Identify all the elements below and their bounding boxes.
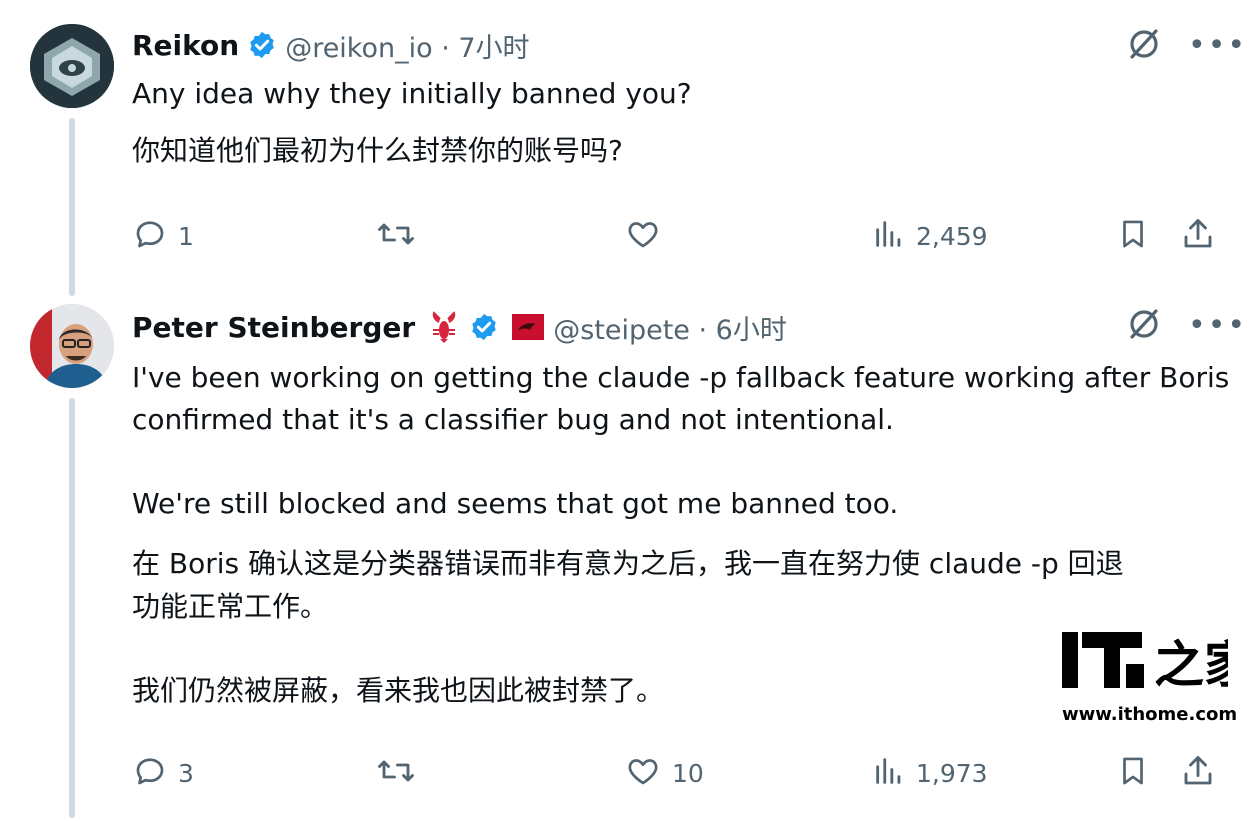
tweet-text-line: 我们仍然被屏蔽，看来我也因此被封禁了。	[132, 674, 665, 707]
verified-badge-icon	[247, 30, 277, 60]
reikon-logo-icon	[30, 24, 114, 108]
like-button[interactable]: 10	[624, 748, 704, 798]
watermark-url: www.ithome.com	[1062, 704, 1238, 725]
avatar-steipete[interactable]	[30, 304, 114, 388]
like-button[interactable]	[624, 211, 672, 261]
bookmark-button[interactable]	[1116, 211, 1150, 261]
like-icon	[624, 216, 662, 256]
views-count: 1,973	[916, 758, 988, 788]
bookmark-icon	[1116, 752, 1150, 794]
handle-time[interactable]: @steipete · 6小时	[553, 308, 787, 347]
verified-badge-icon	[469, 312, 499, 342]
ithome-logo-icon: 之家	[1062, 632, 1250, 694]
svg-text:之家: 之家	[1154, 635, 1228, 694]
tweet-actions: 3 10 1,973	[132, 748, 1222, 798]
tweet-text-line: 功能正常工作。	[132, 590, 329, 623]
tweet-text-line: Any idea why they initially banned you?	[132, 77, 692, 110]
share-icon	[1180, 752, 1216, 794]
reply-count: 1	[178, 221, 194, 251]
tweet-top-actions: •••	[1126, 306, 1247, 346]
tweet-actions: 1 2,459	[132, 211, 1222, 261]
bookmark-icon	[1116, 215, 1150, 257]
grok-icon[interactable]	[1126, 306, 1162, 346]
thread-line	[69, 398, 75, 818]
tweet-header: Reikon @reikon_io · 7小时	[132, 20, 530, 70]
person-photo-icon	[30, 304, 114, 388]
retweet-icon	[376, 753, 416, 793]
more-icon[interactable]: •••	[1188, 31, 1247, 61]
retweet-button[interactable]	[376, 748, 426, 798]
views-button[interactable]: 1,973	[872, 748, 988, 798]
more-icon[interactable]: •••	[1188, 311, 1247, 341]
views-icon	[872, 216, 906, 256]
retweet-button[interactable]	[376, 211, 426, 261]
share-icon	[1180, 215, 1216, 257]
reply-icon	[132, 216, 168, 256]
ithome-watermark: 之家 www.ithome.com	[1062, 628, 1250, 725]
flag-icon	[511, 310, 545, 344]
retweet-icon	[376, 216, 416, 256]
author-name[interactable]: Reikon	[132, 29, 239, 62]
avatar-reikon[interactable]	[30, 24, 114, 108]
views-icon	[872, 753, 906, 793]
views-count: 2,459	[916, 221, 988, 251]
tweet-text-line: I've been working on getting the claude …	[132, 361, 1230, 394]
reply-count: 3	[178, 758, 194, 788]
like-count: 10	[672, 758, 704, 788]
reply-button[interactable]: 1	[132, 211, 194, 261]
tweet-text-line: We're still blocked and seems that got m…	[132, 487, 899, 520]
views-button[interactable]: 2,459	[872, 211, 988, 261]
tweet-top-actions: •••	[1126, 26, 1247, 66]
thread-line	[69, 118, 75, 296]
like-icon	[624, 753, 662, 793]
tweet-text-line: confirmed that it's a classifier bug and…	[132, 403, 894, 436]
handle-time[interactable]: @reikon_io · 7小时	[285, 26, 529, 65]
share-button[interactable]	[1180, 748, 1216, 798]
tweet-text-line: 在 Boris 确认这是分类器错误而非有意为之后，我一直在努力使 claude …	[132, 547, 1124, 580]
lobster-emoji-icon	[427, 310, 461, 344]
tweet-text-line: 你知道他们最初为什么封禁你的账号吗?	[132, 134, 623, 167]
tweet-header: Peter Steinberger @steipete · 6小时	[132, 302, 787, 352]
grok-icon[interactable]	[1126, 26, 1162, 66]
author-name[interactable]: Peter Steinberger	[132, 311, 415, 344]
bookmark-button[interactable]	[1116, 748, 1150, 798]
reply-icon	[132, 753, 168, 793]
share-button[interactable]	[1180, 211, 1216, 261]
reply-button[interactable]: 3	[132, 748, 194, 798]
